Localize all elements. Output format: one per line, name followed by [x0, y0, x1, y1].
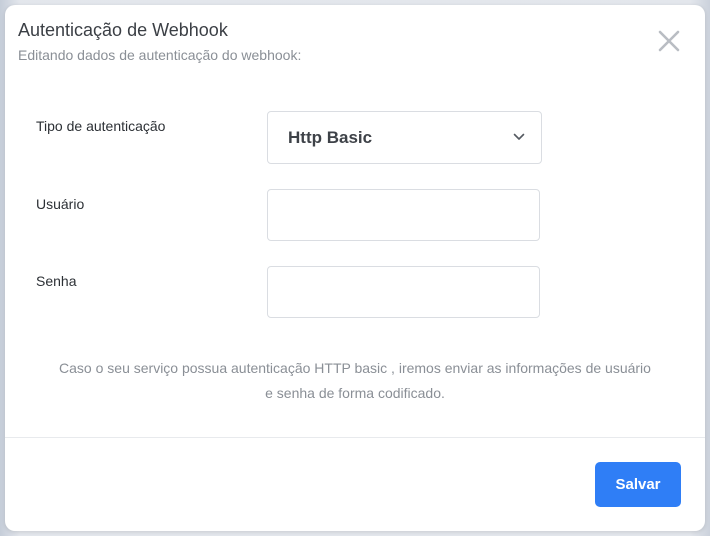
close-icon — [658, 30, 680, 52]
user-input[interactable] — [267, 189, 540, 241]
webhook-auth-modal: Autenticação de Webhook Editando dados d… — [5, 5, 705, 531]
chevron-down-icon — [513, 133, 525, 140]
close-button[interactable] — [657, 29, 681, 53]
auth-type-label: Tipo de autenticação — [36, 118, 166, 134]
password-input[interactable] — [267, 266, 540, 318]
info-text: Caso o seu serviço possua autenticação H… — [25, 356, 685, 406]
password-label: Senha — [36, 273, 77, 289]
footer-divider — [5, 437, 705, 438]
user-label: Usuário — [36, 196, 85, 212]
modal-header: Autenticação de Webhook Editando dados d… — [18, 19, 705, 64]
info-text-line-1: Caso o seu serviço possua autenticação H… — [59, 360, 651, 376]
auth-type-selected-value: Http Basic — [288, 128, 373, 147]
info-text-line-2: e senha de forma codificado. — [265, 385, 445, 401]
modal-title: Autenticação de Webhook — [18, 20, 228, 40]
auth-type-select[interactable]: Http Basic — [267, 111, 542, 164]
modal-subtitle: Editando dados de autenticação do webhoo… — [18, 47, 302, 63]
save-button[interactable]: Salvar — [595, 462, 681, 507]
